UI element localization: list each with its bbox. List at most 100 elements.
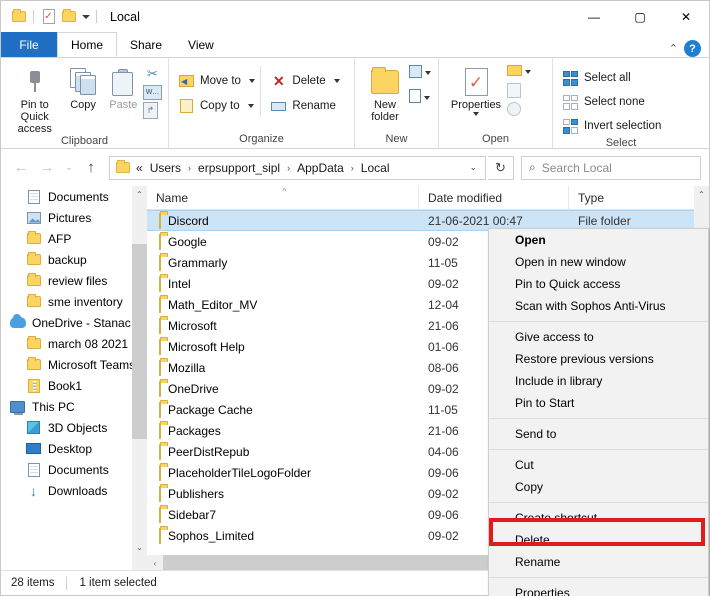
- copy-to-button[interactable]: Copy to: [175, 95, 260, 117]
- select-all-button[interactable]: Select all: [559, 67, 664, 89]
- pin-to-quick-access-button[interactable]: Pin to Quick access: [7, 62, 62, 135]
- sidebar-item-documents[interactable]: Documents: [1, 459, 147, 480]
- close-button[interactable]: ✕: [663, 1, 709, 32]
- breadcrumb-item-local[interactable]: Local: [359, 161, 392, 175]
- folder-icon[interactable]: [10, 8, 27, 25]
- file-name-cell[interactable]: Microsoft: [147, 317, 419, 334]
- file-name-cell[interactable]: Sophos_Limited: [147, 527, 419, 544]
- menu-item-rename[interactable]: Rename: [489, 551, 708, 573]
- file-name-cell[interactable]: Publishers: [147, 485, 419, 502]
- sidebar-item-3d-objects[interactable]: 3D Objects: [1, 417, 147, 438]
- delete-caret-icon[interactable]: [333, 79, 340, 83]
- properties-button[interactable]: ✓ Properties: [445, 62, 507, 116]
- history-icon[interactable]: [507, 102, 521, 116]
- breadcrumb-item-users[interactable]: Users: [148, 161, 183, 175]
- delete-button[interactable]: ✕ Delete: [267, 70, 348, 92]
- back-button[interactable]: ←: [9, 156, 33, 180]
- menu-item-pin-to-quick-access[interactable]: Pin to Quick access: [489, 273, 708, 295]
- sidebar-item-downloads[interactable]: ↓ Downloads: [1, 480, 147, 501]
- menu-item-give-access-to[interactable]: Give access to: [489, 326, 708, 348]
- sidebar-item-review-files[interactable]: review files: [1, 270, 147, 291]
- tab-home[interactable]: Home: [57, 32, 118, 57]
- hscroll-left-icon[interactable]: ‹: [147, 555, 163, 571]
- file-name-cell[interactable]: Microsoft Help: [147, 338, 419, 355]
- file-name-cell[interactable]: Sidebar7: [147, 506, 419, 523]
- rename-button[interactable]: Rename: [267, 95, 348, 117]
- breadcrumb-item-user[interactable]: erpsupport_sipl: [196, 161, 282, 175]
- collapse-ribbon-icon[interactable]: ⌃: [669, 42, 678, 55]
- menu-item-create-shortcut[interactable]: Create shortcut: [489, 507, 708, 529]
- search-box[interactable]: ⌕ Search Local: [521, 155, 701, 180]
- sidebar-item-desktop[interactable]: Desktop: [1, 438, 147, 459]
- menu-item-pin-to-start[interactable]: Pin to Start: [489, 392, 708, 414]
- file-name-cell[interactable]: Grammarly: [147, 254, 419, 271]
- column-header-type[interactable]: Type: [569, 186, 709, 210]
- sidebar-item-sme-inventory[interactable]: sme inventory: [1, 291, 147, 312]
- sidebar-scroll-down-icon[interactable]: ⌄: [132, 539, 147, 555]
- recent-locations-icon[interactable]: ⌄: [61, 156, 77, 180]
- new-item-caret-icon[interactable]: [425, 71, 431, 75]
- file-name-cell[interactable]: Google: [147, 233, 419, 250]
- easy-access-button[interactable]: [409, 89, 431, 106]
- copy-path-icon[interactable]: W…: [143, 85, 162, 100]
- breadcrumb-root[interactable]: «: [134, 161, 145, 175]
- open-button[interactable]: [507, 65, 531, 79]
- sidebar-scrollbar[interactable]: ⌃ ⌄: [132, 186, 147, 571]
- menu-item-send-to[interactable]: Send to: [489, 423, 708, 445]
- menu-item-properties[interactable]: Properties: [489, 582, 708, 596]
- sidebar-item-microsoft-teams[interactable]: Microsoft Teams: [1, 354, 147, 375]
- invert-selection-button[interactable]: Invert selection: [559, 115, 664, 137]
- new-folder-icon[interactable]: [60, 8, 77, 25]
- customize-qat-caret-icon[interactable]: [82, 14, 90, 19]
- breadcrumb[interactable]: « Users › erpsupport_sipl › AppData › Lo…: [109, 155, 486, 180]
- file-name-cell[interactable]: Mozilla: [147, 359, 419, 376]
- sidebar-item-march-08-2021[interactable]: march 08 2021: [1, 333, 147, 354]
- properties-icon[interactable]: ✓: [40, 8, 57, 25]
- sidebar-item-book1[interactable]: Book1: [1, 375, 147, 396]
- select-none-button[interactable]: Select none: [559, 91, 664, 113]
- help-icon[interactable]: ?: [684, 40, 701, 57]
- breadcrumb-item-appdata[interactable]: AppData: [295, 161, 346, 175]
- copy-button[interactable]: Copy: [62, 62, 103, 111]
- maximize-button[interactable]: ▢: [617, 1, 663, 32]
- menu-item-cut[interactable]: Cut: [489, 454, 708, 476]
- sidebar-item-afp[interactable]: AFP: [1, 228, 147, 249]
- sidebar-scroll-thumb[interactable]: [132, 244, 147, 439]
- properties-caret-icon[interactable]: [473, 112, 479, 116]
- cut-icon[interactable]: ✂: [143, 65, 162, 83]
- paste-shortcut-icon[interactable]: ↱: [143, 102, 158, 119]
- file-name-cell[interactable]: PeerDistRepub: [147, 443, 419, 460]
- sidebar-item-this-pc[interactable]: This PC: [1, 396, 147, 417]
- file-scroll-up-icon[interactable]: ⌃: [694, 186, 709, 202]
- sidebar-item-documents[interactable]: Documents⚲: [1, 186, 147, 207]
- menu-item-copy[interactable]: Copy: [489, 476, 708, 498]
- tab-share[interactable]: Share: [117, 32, 175, 57]
- column-header-date-modified[interactable]: Date modified: [419, 186, 569, 210]
- tab-view[interactable]: View: [175, 32, 227, 57]
- menu-item-delete[interactable]: Delete: [489, 529, 708, 551]
- sidebar-item-onedrive-stanac[interactable]: OneDrive - Stanac: [1, 312, 147, 333]
- menu-item-scan-with-sophos-anti-virus[interactable]: Scan with Sophos Anti-Virus: [489, 295, 708, 317]
- search-input[interactable]: Search Local: [542, 161, 612, 175]
- column-header-name[interactable]: ^ Name: [147, 186, 419, 210]
- up-button[interactable]: ↑: [79, 156, 103, 180]
- menu-item-open-in-new-window[interactable]: Open in new window: [489, 251, 708, 273]
- sidebar-item-pictures[interactable]: Pictures⚲: [1, 207, 147, 228]
- file-name-cell[interactable]: Packages: [147, 422, 419, 439]
- new-item-button[interactable]: [409, 65, 431, 81]
- menu-item-open[interactable]: Open: [489, 229, 708, 251]
- minimize-button[interactable]: —: [571, 1, 617, 32]
- move-to-button[interactable]: ◀ Move to: [175, 70, 260, 92]
- menu-item-restore-previous-versions[interactable]: Restore previous versions: [489, 348, 708, 370]
- move-to-caret-icon[interactable]: [248, 79, 255, 83]
- file-name-cell[interactable]: Package Cache: [147, 401, 419, 418]
- refresh-button[interactable]: ↻: [488, 155, 514, 180]
- new-folder-button[interactable]: New folder: [361, 62, 409, 123]
- file-name-cell[interactable]: OneDrive: [147, 380, 419, 397]
- file-name-cell[interactable]: Math_Editor_MV: [147, 296, 419, 313]
- sidebar-item-backup[interactable]: backup: [1, 249, 147, 270]
- paste-button[interactable]: Paste: [104, 62, 143, 111]
- open-caret-icon[interactable]: [525, 70, 531, 74]
- file-name-cell[interactable]: Discord: [147, 212, 419, 229]
- forward-button[interactable]: →: [35, 156, 59, 180]
